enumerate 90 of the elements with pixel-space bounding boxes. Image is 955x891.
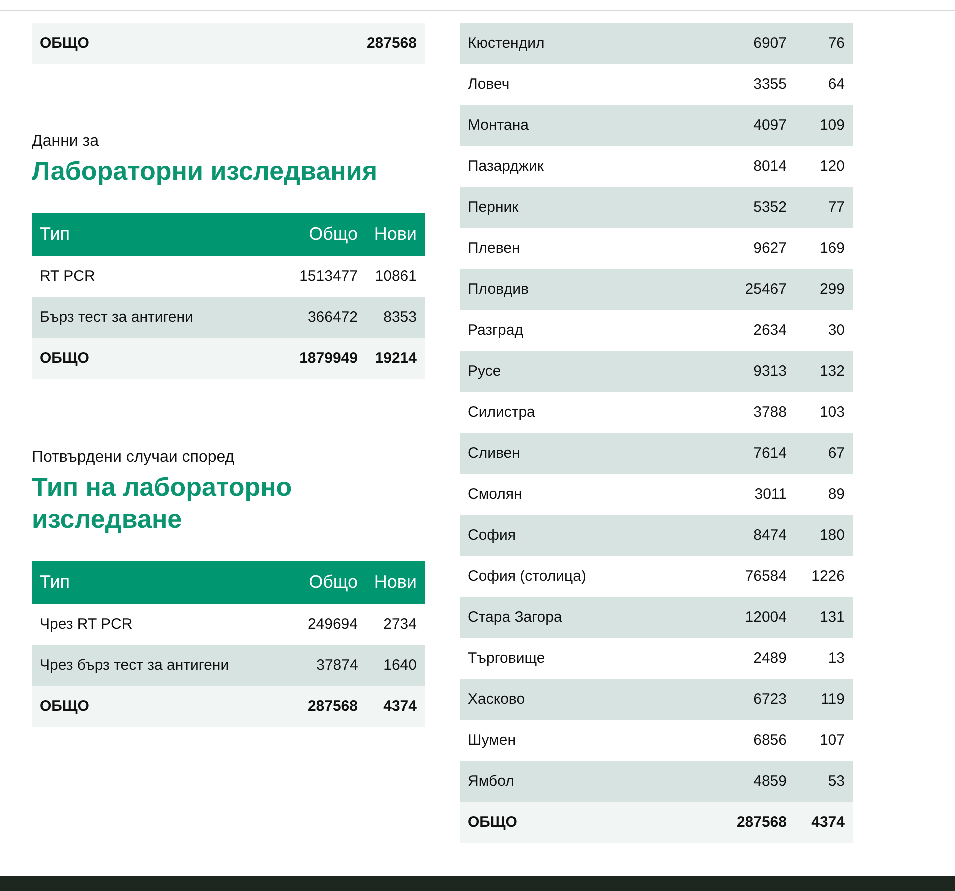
table-cell-text: 180 — [818, 527, 845, 544]
table-cell: Чрез бърз тест за антигени — [40, 657, 230, 674]
table-cell-text: 89 — [827, 486, 845, 503]
table-cell-text: 10861 — [374, 268, 417, 285]
table-cell-text: 9627 — [752, 240, 787, 257]
table-cell-text: Бърз тест за антигени — [40, 309, 194, 326]
table-cell-text: Пазарджик — [468, 158, 545, 175]
table-cell-text: Силистра — [468, 404, 536, 421]
table-cell-text: Разград — [468, 322, 524, 339]
table-cell-text: София — [468, 527, 518, 544]
table-cell-text: 76584 — [744, 568, 787, 585]
table-cell-text: София (столица) — [468, 568, 588, 585]
table-cell-text: Ямбол — [468, 773, 516, 790]
table-cell-text: 4374 — [810, 814, 845, 831]
table-cell-text: 8353 — [382, 309, 417, 326]
table-cell-text: 6723 — [752, 691, 787, 708]
table-cell-text: 19214 — [374, 350, 417, 367]
table-cell-text: 169 — [818, 240, 845, 257]
table-cell-text: Кюстендил — [468, 35, 546, 52]
table-cell-text: 287568 — [736, 814, 787, 831]
table-cell-text: 4374 — [382, 698, 417, 715]
table-cell-text: 8014 — [752, 158, 787, 175]
table-cell-text: 119 — [820, 691, 845, 708]
table-cell-text: ОБЩО — [40, 35, 90, 52]
table-cell-text: Перник — [468, 199, 520, 216]
table-cell-text: 107 — [818, 732, 845, 749]
table-cell-text: Стара Загора — [468, 609, 564, 626]
table-cell-text: 131 — [818, 609, 845, 626]
table-cell-text: 13 — [827, 650, 845, 667]
table-cell-text: 7614 — [752, 445, 787, 462]
table-cell-text: 366472 — [306, 309, 358, 326]
table-cell-text: 5352 — [752, 199, 787, 216]
column-header: Тип — [40, 224, 72, 245]
table-cell-text: 25467 — [744, 281, 787, 298]
table-cell-text: Плевен — [468, 240, 522, 257]
section-intro: Потвърдени случаи според — [32, 449, 236, 467]
table-cell-text: 6856 — [752, 732, 787, 749]
table-cell-text: 30 — [827, 322, 845, 339]
table-cell-text: RT PCR — [40, 268, 96, 285]
table-cell-text: 109 — [818, 117, 845, 134]
table-cell-text: 53 — [827, 773, 845, 790]
section-intro: Данни за — [32, 133, 100, 151]
table-cell-text: 1879949 — [298, 350, 358, 367]
table-cell-text: Шумен — [468, 732, 518, 749]
table-cell-text: 120 — [818, 158, 845, 175]
table-cell-text: 3788 — [752, 404, 787, 421]
table-cell-text: Ловеч — [468, 76, 511, 93]
table-cell-text: Пловдив — [468, 281, 530, 298]
table-cell-text: 3011 — [754, 486, 787, 503]
table-cell-text: 4097 — [752, 117, 787, 134]
table-cell-text: 3355 — [752, 76, 787, 93]
table-cell-text: Русе — [468, 363, 502, 380]
column-header: Общо — [308, 224, 358, 245]
table-cell-text: ОБЩО — [40, 350, 90, 367]
table-cell-text: 2489 — [752, 650, 787, 667]
table-cell-text: 77 — [827, 199, 845, 216]
table-cell-text: 64 — [827, 76, 845, 93]
table-cell-text: 132 — [818, 363, 845, 380]
table-cell-text: ОБЩО — [40, 698, 90, 715]
table-cell-text: 2634 — [752, 322, 787, 339]
table-cell-text: 287568 — [366, 35, 417, 52]
table-cell-text: 4859 — [752, 773, 787, 790]
table-cell-text: 299 — [818, 281, 845, 298]
table-cell-text: 1640 — [382, 657, 417, 674]
column-header: Нови — [373, 572, 417, 593]
table-cell-text: Хасково — [468, 691, 526, 708]
table-cell-text: 287568 — [306, 698, 358, 715]
table-cell-text: 1226 — [810, 568, 845, 585]
section-title: Тип на лабораторно изследване — [32, 471, 294, 535]
column-header: Нови — [373, 224, 417, 245]
table-cell-text: 37874 — [316, 657, 358, 674]
table-cell-text: 2734 — [382, 616, 417, 633]
table-cell-text: 8474 — [752, 527, 787, 544]
table-cell-text: Смолян — [468, 486, 524, 503]
table-cell-text: 249694 — [306, 616, 358, 633]
table-cell-text: 76 — [827, 35, 845, 52]
table-cell-text: 1513477 — [298, 268, 358, 285]
table-cell-text: Монтана — [468, 117, 530, 134]
table-cell-text: ОБЩО — [468, 814, 518, 831]
column-header: Тип — [40, 572, 72, 593]
table-cell-text: 103 — [818, 404, 845, 421]
table-cell-text: 9313 — [752, 363, 787, 380]
table-cell-text: 67 — [827, 445, 845, 462]
column-header: Общо — [308, 572, 358, 593]
table-cell-text: 12004 — [744, 609, 787, 626]
section-title: Лабораторни изследвания — [32, 155, 379, 187]
table-cell-text: Сливен — [468, 445, 522, 462]
table-cell-text: 6907 — [752, 35, 787, 52]
table-cell-text: Търговище — [468, 650, 546, 667]
table-cell-text: Чрез RT PCR — [40, 616, 134, 633]
